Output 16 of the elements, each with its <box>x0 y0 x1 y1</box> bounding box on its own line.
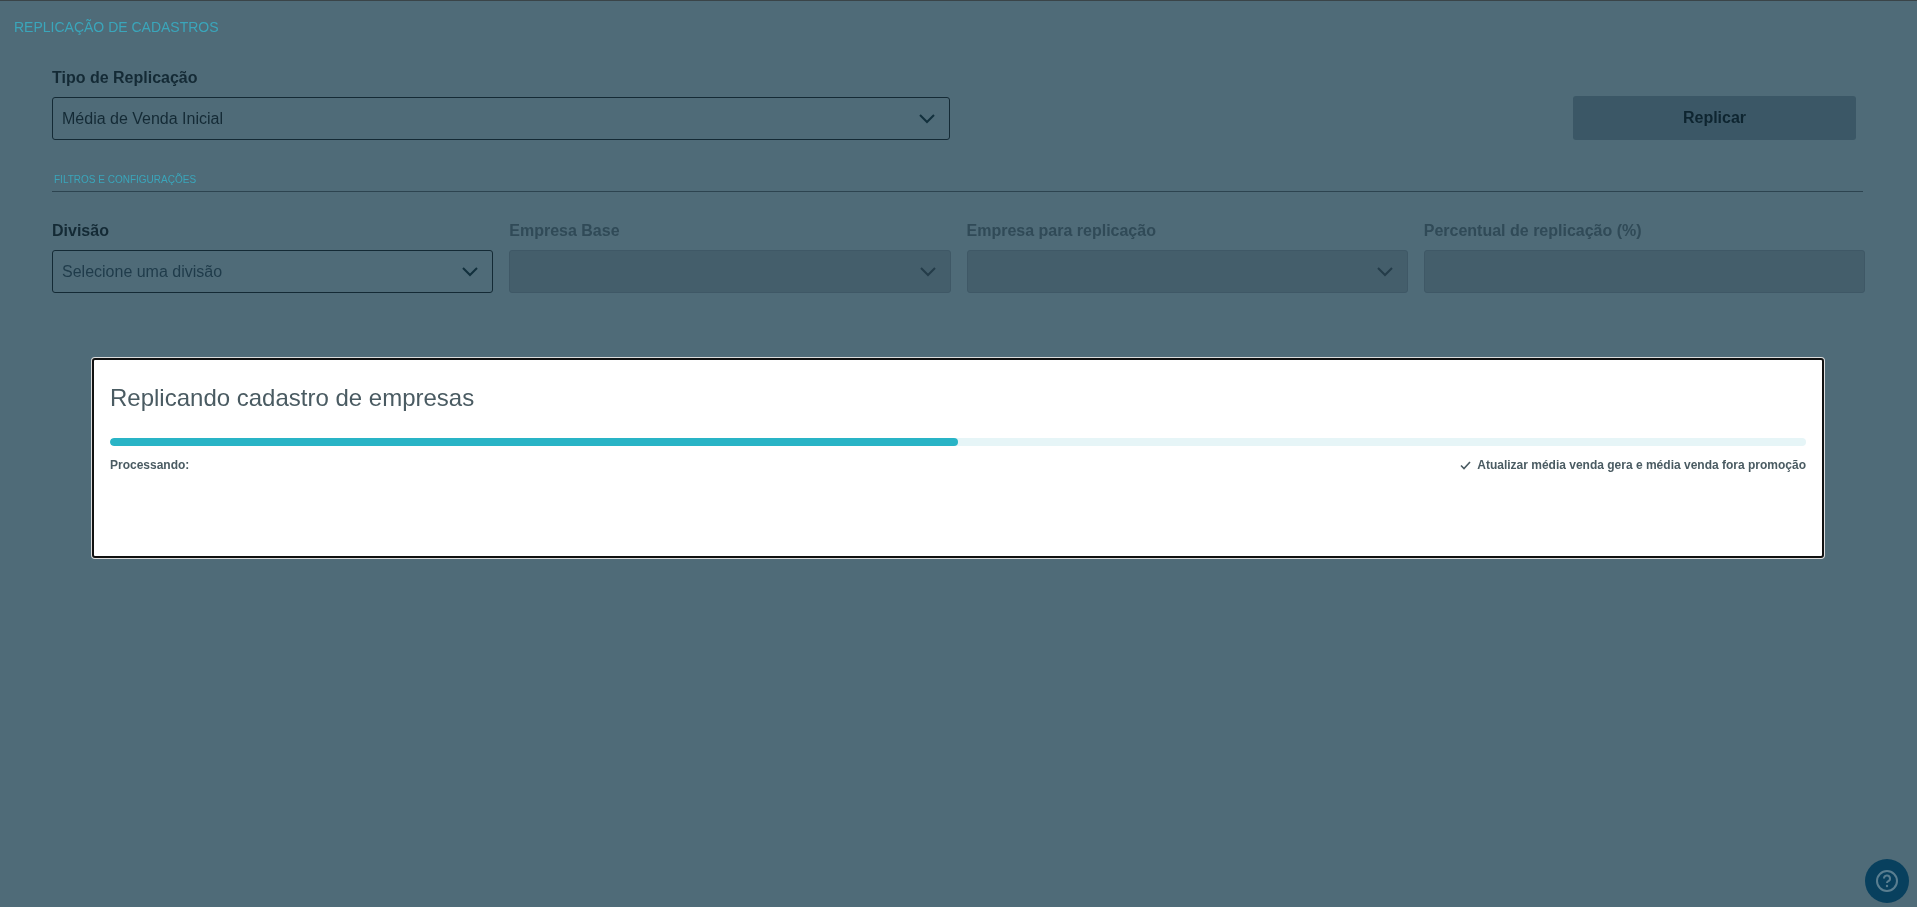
help-button[interactable] <box>1865 859 1909 903</box>
chevron-down-icon <box>919 113 935 124</box>
select-field[interactable] <box>966 250 1408 293</box>
field-label: Tipo de Replicação <box>52 69 199 87</box>
step-text: Atualizar média venda gera e média venda fora promoção <box>1477 458 1806 472</box>
dialog-title: Replicando cadastro de empresas <box>110 384 476 412</box>
page-title: REPLICAÇÃO DE CADASTROS <box>14 19 220 35</box>
chevron-down-icon <box>462 266 479 277</box>
field-label: Divisão <box>52 222 110 240</box>
chevron-down-icon <box>919 266 936 277</box>
chevron-down-icon <box>1376 266 1393 277</box>
section-label: FILTROS E CONFIGURAÇÕES <box>54 174 198 185</box>
select-field[interactable]: Média de Venda Inicial <box>52 97 950 140</box>
status-label: Processando: <box>110 458 190 472</box>
help-icon <box>1875 869 1899 893</box>
select-field[interactable] <box>509 250 951 293</box>
